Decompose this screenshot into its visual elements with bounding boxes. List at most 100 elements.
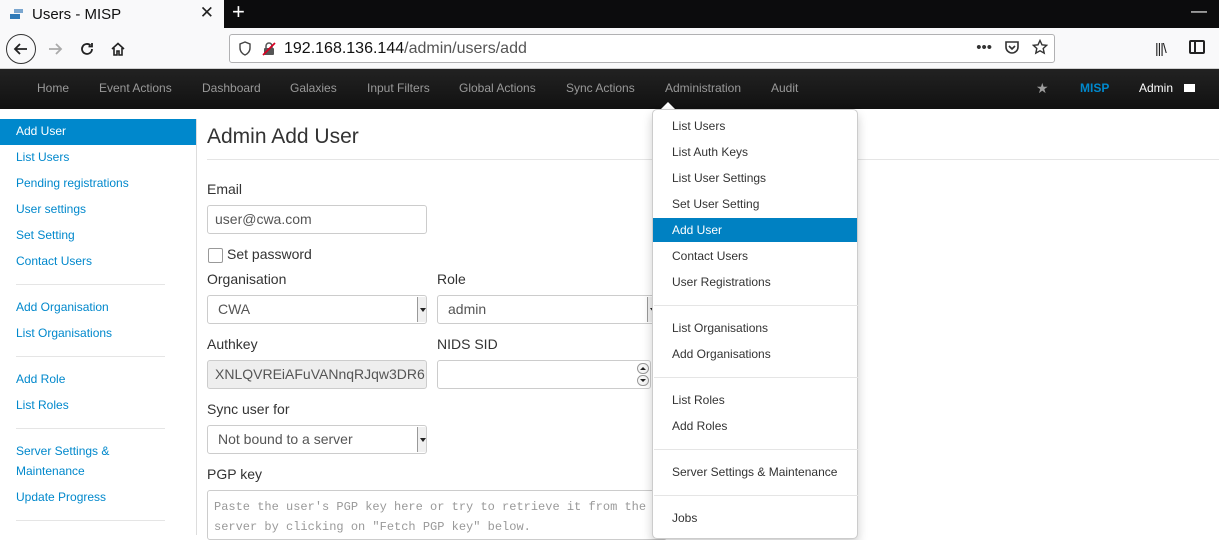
sidebar-border bbox=[196, 119, 197, 535]
menu-item-list-users[interactable]: List Users bbox=[653, 114, 857, 138]
pgp-placeholder-line: server by clicking on "Fetch PGP key" be… bbox=[214, 520, 531, 534]
menu-item-add-roles[interactable]: Add Roles bbox=[653, 414, 857, 438]
role-select[interactable]: admin bbox=[437, 295, 657, 324]
browser-toolbar: 192.168.136.144/admin/users/add ••• |||\ bbox=[0, 28, 1219, 69]
sidebar-toggle-icon[interactable] bbox=[1189, 40, 1205, 54]
browser-tab[interactable]: Users - MISP ✕ bbox=[0, 0, 224, 28]
chevron-down-icon bbox=[417, 297, 426, 322]
sidebar-divider bbox=[16, 428, 165, 429]
menu-item-add-user[interactable]: Add User bbox=[653, 218, 857, 242]
back-button[interactable] bbox=[6, 34, 36, 64]
dropdown-caret bbox=[661, 102, 675, 109]
menu-divider bbox=[654, 449, 858, 450]
menu-item-list-organisations[interactable]: List Organisations bbox=[653, 316, 857, 340]
sidebar-item-add-organisation[interactable]: Add Organisation bbox=[0, 295, 196, 321]
sidebar-item-add-user[interactable]: Add User bbox=[0, 119, 196, 145]
sidebar-item-list-users[interactable]: List Users bbox=[0, 145, 196, 171]
nav-sync-actions[interactable]: Sync Actions bbox=[566, 81, 635, 95]
reload-icon bbox=[81, 43, 93, 55]
menu-divider bbox=[654, 305, 858, 306]
email-field[interactable]: user@cwa.com bbox=[207, 205, 427, 234]
sidebar-divider bbox=[16, 284, 165, 285]
sidebar-item-update-progress[interactable]: Update Progress bbox=[0, 485, 196, 511]
envelope-icon[interactable] bbox=[1184, 84, 1195, 92]
menu-item-list-roles[interactable]: List Roles bbox=[653, 388, 857, 412]
sidebar-item-set-setting[interactable]: Set Setting bbox=[0, 223, 196, 249]
set-password-checkbox[interactable] bbox=[208, 248, 223, 263]
nids-sid-field[interactable] bbox=[437, 360, 651, 389]
menu-item-jobs[interactable]: Jobs bbox=[653, 506, 857, 530]
menu-divider bbox=[654, 377, 858, 378]
menu-item-set-user-setting[interactable]: Set User Setting bbox=[653, 192, 857, 216]
nav-event-actions[interactable]: Event Actions bbox=[99, 81, 172, 95]
set-password-label: Set password bbox=[227, 246, 312, 262]
library-icon[interactable]: |||\ bbox=[1155, 40, 1167, 56]
nids-sid-label: NIDS SID bbox=[437, 336, 498, 352]
page-title: Admin Add User bbox=[207, 125, 359, 148]
sidebar-item-pending-registrations[interactable]: Pending registrations bbox=[0, 171, 196, 197]
nav-galaxies[interactable]: Galaxies bbox=[290, 81, 337, 95]
sidebar-divider bbox=[16, 520, 165, 521]
menu-item-contact-users[interactable]: Contact Users bbox=[653, 244, 857, 268]
sync-server-value: Not bound to a server bbox=[218, 431, 353, 447]
sidebar-item-add-role[interactable]: Add Role bbox=[0, 367, 196, 393]
sync-server-select[interactable]: Not bound to a server bbox=[207, 425, 427, 454]
minimize-icon[interactable]: — bbox=[1191, 3, 1207, 21]
misp-favicon-icon bbox=[10, 8, 24, 20]
nav-input-filters[interactable]: Input Filters bbox=[367, 81, 430, 95]
nav-audit[interactable]: Audit bbox=[771, 81, 798, 95]
organisation-select[interactable]: CWA bbox=[207, 295, 427, 324]
nav-dashboard[interactable]: Dashboard bbox=[202, 81, 261, 95]
chevron-down-icon bbox=[417, 427, 426, 452]
arrow-right-icon bbox=[49, 43, 63, 55]
new-tab-button[interactable]: + bbox=[232, 0, 245, 24]
sidebar-item-user-settings[interactable]: User settings bbox=[0, 197, 196, 223]
spinner-up-icon[interactable] bbox=[637, 363, 649, 374]
menu-item-list-auth-keys[interactable]: List Auth Keys bbox=[653, 140, 857, 164]
home-button[interactable] bbox=[103, 34, 133, 64]
authkey-label: Authkey bbox=[207, 336, 258, 352]
tab-close-icon[interactable]: ✕ bbox=[200, 3, 214, 23]
menu-item-server-settings[interactable]: Server Settings & Maintenance bbox=[653, 460, 857, 484]
menu-divider bbox=[654, 495, 858, 496]
menu-item-list-user-settings[interactable]: List User Settings bbox=[653, 166, 857, 190]
pgp-key-label: PGP key bbox=[207, 466, 262, 482]
reload-button[interactable] bbox=[72, 34, 102, 64]
insecure-lock-icon[interactable] bbox=[262, 41, 276, 56]
role-value: admin bbox=[448, 301, 487, 317]
url-path: /admin/users/add bbox=[404, 39, 527, 57]
forward-button[interactable] bbox=[40, 34, 70, 64]
authkey-field: XNLQVREiAFuVANnqRJqw3DR6 bbox=[207, 360, 427, 389]
nav-home[interactable]: Home bbox=[37, 81, 69, 95]
user-link[interactable]: Admin bbox=[1139, 81, 1173, 95]
pgp-placeholder-line: Paste the user's PGP key here or try to … bbox=[214, 500, 647, 514]
spinner-down-icon[interactable] bbox=[637, 375, 649, 386]
star-icon[interactable]: ★ bbox=[1036, 80, 1049, 97]
nav-global-actions[interactable]: Global Actions bbox=[459, 81, 536, 95]
shield-icon[interactable] bbox=[238, 41, 252, 56]
misp-brand-link[interactable]: MISP bbox=[1080, 81, 1109, 95]
nav-administration[interactable]: Administration bbox=[665, 81, 741, 95]
url-text[interactable]: 192.168.136.144/admin/users/add bbox=[284, 40, 527, 58]
url-bar[interactable]: 192.168.136.144/admin/users/add ••• bbox=[229, 34, 1055, 63]
bookmark-star-icon[interactable] bbox=[1032, 39, 1048, 55]
browser-tab-bar: Users - MISP ✕ + — bbox=[0, 0, 1219, 28]
tab-title: Users - MISP bbox=[32, 5, 122, 23]
email-label: Email bbox=[207, 181, 243, 197]
organisation-value: CWA bbox=[218, 301, 251, 317]
sidebar-divider bbox=[16, 356, 165, 357]
number-spinner[interactable] bbox=[637, 363, 649, 387]
pgp-key-textarea[interactable]: Paste the user's PGP key here or try to … bbox=[207, 490, 667, 540]
sidebar-item-contact-users[interactable]: Contact Users bbox=[0, 249, 196, 275]
sidebar-item-list-organisations[interactable]: List Organisations bbox=[0, 321, 196, 347]
menu-item-add-organisations[interactable]: Add Organisations bbox=[653, 342, 857, 366]
organisation-label: Organisation bbox=[207, 271, 287, 287]
page-actions-icon[interactable]: ••• bbox=[976, 39, 992, 56]
sidebar-item-maintenance[interactable]: Maintenance bbox=[0, 459, 196, 485]
menu-item-user-registrations[interactable]: User Registrations bbox=[653, 270, 857, 294]
pocket-icon[interactable] bbox=[1004, 39, 1020, 55]
sync-user-label: Sync user for bbox=[207, 401, 290, 417]
sidebar-item-list-roles[interactable]: List Roles bbox=[0, 393, 196, 419]
side-menu: Add User List Users Pending registration… bbox=[0, 119, 197, 535]
arrow-left-icon bbox=[13, 43, 27, 55]
